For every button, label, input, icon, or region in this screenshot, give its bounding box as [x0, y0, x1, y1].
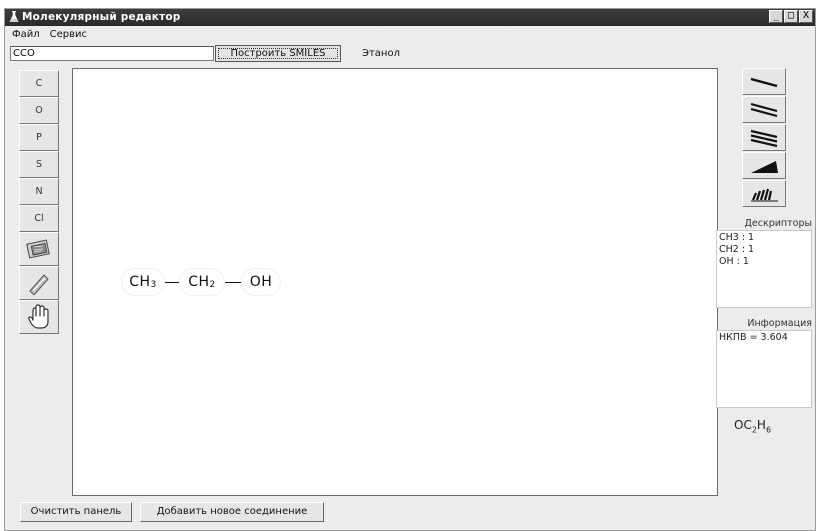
descriptor-line: OH : 1 — [719, 256, 749, 267]
clear-panel-button[interactable]: Очистить панель — [20, 502, 132, 522]
menu-service[interactable]: Сервис — [50, 29, 87, 40]
bond-2[interactable] — [225, 282, 241, 283]
ruler-icon — [29, 274, 49, 295]
atom-ch3[interactable]: CH3 — [121, 268, 165, 296]
hashed-wedge-bond-button[interactable] — [742, 180, 786, 207]
single-bond-button[interactable] — [742, 68, 786, 95]
left-toolbar: C O P S N Cl — [19, 70, 59, 334]
atom-p-button[interactable]: P — [19, 124, 59, 151]
information-box: НКПВ = 3.604 — [716, 330, 812, 408]
atom-n-button[interactable]: N — [19, 178, 59, 205]
compound-name: Этанол — [362, 48, 400, 59]
hashed-wedge-bond-icon — [751, 188, 778, 201]
atom-cl-button[interactable]: Cl — [19, 205, 59, 232]
descriptor-line: CH2 : 1 — [719, 244, 755, 255]
flask-icon — [9, 11, 19, 22]
hand-icon — [28, 304, 49, 329]
wedge-bond-icon — [751, 160, 778, 173]
maximize-button[interactable]: □ — [784, 10, 798, 23]
drawing-canvas[interactable]: CH3 CH2 OH — [72, 68, 718, 496]
menu-file[interactable]: Файл — [12, 29, 40, 40]
information-label: Информация — [747, 318, 812, 329]
triple-bond-icon — [750, 129, 778, 147]
bond-1[interactable] — [165, 282, 179, 283]
menu-bar: Файл Сервис — [5, 26, 815, 42]
triple-bond-button[interactable] — [742, 124, 786, 151]
close-button[interactable]: X — [799, 10, 813, 23]
add-compound-button[interactable]: Добавить новое соединение — [140, 502, 324, 522]
wedge-bond-button[interactable] — [742, 152, 786, 179]
information-line: НКПВ = 3.604 — [719, 332, 788, 343]
descriptors-label: Дескрипторы — [744, 218, 812, 229]
eraser-button[interactable] — [19, 232, 59, 266]
molecular-formula: OC2H6 — [734, 418, 772, 435]
window-title: Молекулярный редактор — [22, 11, 181, 23]
build-smiles-button[interactable]: Построить SMILES — [215, 45, 341, 62]
atom-o-button[interactable]: O — [19, 97, 59, 124]
descriptor-line: CH3 : 1 — [719, 232, 755, 243]
double-bond-icon — [750, 102, 778, 117]
minimize-button[interactable]: _ — [769, 10, 783, 23]
atom-oh[interactable]: OH — [241, 268, 281, 296]
descriptors-box: CH3 : 1 CH2 : 1 OH : 1 — [716, 230, 812, 308]
smiles-input[interactable] — [10, 46, 214, 61]
atom-ch2[interactable]: CH2 — [179, 268, 225, 296]
atom-s-button[interactable]: S — [19, 151, 59, 178]
measure-button[interactable] — [19, 266, 59, 300]
atom-c-button[interactable]: C — [19, 70, 59, 97]
title-bar[interactable]: Молекулярный редактор _ □ X — [5, 9, 815, 26]
double-bond-button[interactable] — [742, 96, 786, 123]
bond-toolbar — [742, 68, 786, 208]
hand-button[interactable] — [19, 300, 59, 334]
single-bond-icon — [750, 77, 778, 87]
eraser-sheet-icon — [26, 239, 50, 259]
